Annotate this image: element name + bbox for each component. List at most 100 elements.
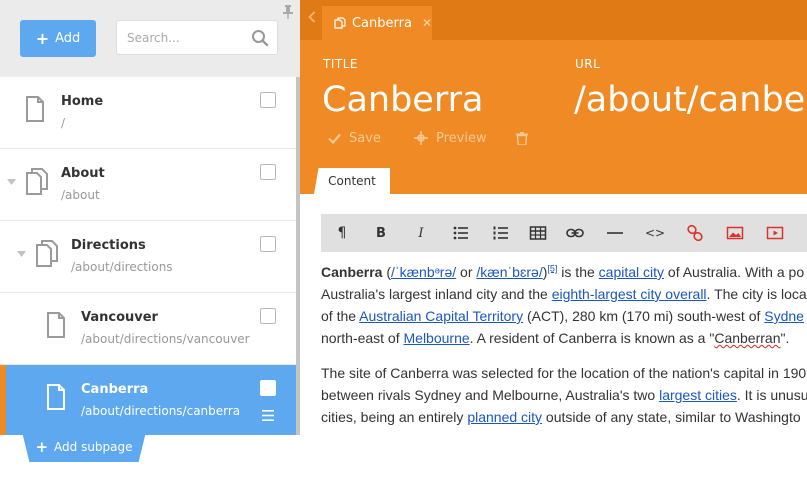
code-icon[interactable]: <> (645, 224, 665, 242)
pronunciation-link[interactable]: /kænˈbɛrə/ (476, 264, 542, 280)
tree-item-home[interactable]: Home / (0, 77, 296, 149)
text-span: ". (780, 330, 790, 346)
select-checkbox[interactable] (260, 308, 276, 324)
video-icon[interactable] (766, 224, 784, 242)
page-tree: Home / About /about Directions /about/di… (0, 77, 296, 437)
search-input[interactable] (117, 21, 247, 54)
pin-icon[interactable] (283, 5, 293, 19)
tree-item-path: /about/directions (71, 260, 173, 274)
pronunciation-link[interactable]: /ˈkænbᵊrə/ (391, 264, 456, 280)
multi-page-icon (334, 17, 346, 29)
save-label: Save (349, 130, 381, 146)
collapse-caret-icon[interactable] (17, 251, 26, 257)
plus-icon: + (35, 437, 49, 456)
tab-canberra[interactable]: Canberra ✕ (322, 6, 432, 40)
search-box (116, 20, 278, 55)
tab-content[interactable]: Content (314, 168, 390, 194)
italic-icon[interactable]: I (412, 224, 430, 242)
add-subpage-label: Add subpage (54, 440, 133, 454)
tree-item-directions[interactable]: Directions /about/directions (0, 221, 296, 293)
preview-label: Preview (436, 130, 487, 146)
save-button[interactable]: Save (328, 129, 381, 147)
text-span: The site of Canberra was selected for th… (321, 365, 807, 381)
article-link[interactable]: eighth-largest city overall (552, 286, 707, 302)
tree-item-path: / (61, 116, 66, 130)
article-term: Canberra (321, 264, 383, 280)
text-span: . It is unusu (736, 387, 807, 403)
text-span: of Australia. With a po (664, 264, 805, 280)
image-icon[interactable] (726, 224, 744, 242)
numbered-list-icon[interactable] (492, 224, 510, 242)
text-span: (ACT), 280 km (170 mi) south-west of (523, 308, 765, 324)
article-link[interactable]: capital city (599, 264, 664, 280)
tree-item-title: Canberra (81, 382, 149, 397)
bulleted-list-icon[interactable] (452, 224, 470, 242)
select-checkbox[interactable] (260, 236, 276, 252)
search-icon[interactable] (251, 29, 269, 47)
text-span: north-east of (321, 330, 404, 346)
cms-app: + Add Search... Home / About /about Dire… (0, 0, 807, 478)
plus-icon: + (35, 28, 50, 48)
rich-text-toolbar: ¶ B I <> (321, 214, 807, 252)
article-link[interactable]: Australian Capital Territory (359, 308, 523, 324)
link-icon[interactable] (566, 224, 584, 242)
select-checkbox[interactable] (260, 164, 276, 180)
title-label: TITLE (323, 57, 358, 71)
article-link[interactable]: Melbourne (404, 330, 470, 346)
trash-icon (516, 131, 528, 145)
tree-item-title: Directions (71, 238, 146, 253)
preview-button[interactable]: Preview (414, 129, 487, 147)
multi-page-icon (26, 168, 48, 195)
article-paragraph: Canberra (/ˈkænbᵊrə/ or /kænˈbɛrə/)[5] i… (321, 261, 807, 349)
content-editor-body[interactable]: Canberra (/ˈkænbᵊrə/ or /kænˈbɛrə/)[5] i… (321, 261, 807, 428)
tree-item-title: Home (61, 94, 104, 109)
close-tab-icon[interactable]: ✕ (422, 16, 432, 30)
page-icon (47, 384, 65, 410)
article-link[interactable]: Sydne (764, 308, 804, 324)
multi-page-icon (36, 240, 58, 267)
misspelled-word[interactable]: Canberran (714, 330, 780, 346)
tree-item-about[interactable]: About /about (0, 149, 296, 221)
text-span: . The city is loca (706, 286, 807, 302)
collapse-caret-icon[interactable] (7, 179, 16, 185)
add-subpage-button[interactable]: + Add subpage (22, 432, 146, 462)
horizontal-rule-icon[interactable] (606, 224, 624, 242)
reference-link[interactable]: [5] (547, 263, 557, 273)
checkmark-icon (328, 133, 341, 144)
title-field[interactable]: Canberra (322, 80, 483, 120)
tree-item-title: Vancouver (81, 310, 158, 325)
text-span: Australia's largest inland city and the (321, 286, 552, 302)
tree-item-vancouver[interactable]: Vancouver /about/directions/vancouver (0, 293, 296, 365)
select-checkbox[interactable] (260, 92, 276, 108)
move-crosshair-icon (414, 131, 428, 145)
table-icon[interactable] (529, 224, 547, 242)
tree-item-title: About (61, 166, 105, 181)
text-span: ( (382, 264, 392, 280)
unlink-icon[interactable] (686, 224, 704, 242)
text-span: cities, being an entirely (321, 409, 468, 425)
back-arrow-icon[interactable] (308, 11, 316, 23)
url-label: URL (575, 57, 601, 71)
select-checkbox[interactable] (260, 380, 276, 396)
article-link[interactable]: planned city (467, 409, 542, 425)
sidebar-header: + Add (0, 0, 300, 77)
tab-label: Canberra (351, 15, 412, 31)
tree-item-path: /about/directions/vancouver (81, 332, 250, 346)
delete-button[interactable] (516, 129, 528, 147)
bold-icon[interactable]: B (372, 224, 390, 242)
page-editor: Canberra ✕ TITLE URL Canberra /about/can… (300, 0, 807, 478)
text-span: or (456, 264, 477, 280)
text-span: . A resident of Canberra is known as a " (469, 330, 715, 346)
page-tree-sidebar: + Add Search... Home / About /about Dire… (0, 0, 300, 478)
drag-handle-icon[interactable] (262, 410, 274, 421)
text-span: outside of any state, similar to Washing… (542, 409, 801, 425)
url-field[interactable]: /about/canberra (574, 80, 807, 120)
add-page-button[interactable]: + Add (20, 20, 96, 57)
tree-item-path: /about (61, 188, 100, 202)
paragraph-icon[interactable]: ¶ (333, 224, 351, 242)
page-icon (26, 96, 44, 122)
tree-item-path: /about/directions/canberra (81, 404, 241, 418)
text-span: is the (557, 264, 599, 280)
tree-item-canberra[interactable]: Canberra /about/directions/canberra (0, 365, 296, 437)
article-link[interactable]: largest cities (659, 387, 737, 403)
